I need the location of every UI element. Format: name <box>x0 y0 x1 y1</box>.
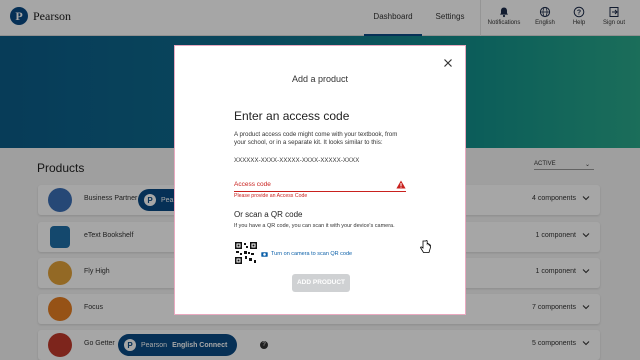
warning-icon <box>396 180 406 189</box>
turn-on-camera-label: Turn on camera to scan QR code <box>271 251 353 257</box>
qr-heading: Or scan a QR code <box>234 210 303 219</box>
access-code-description: A product access code might come with yo… <box>234 131 398 147</box>
access-code-heading: Enter an access code <box>234 109 350 123</box>
camera-icon <box>261 252 268 257</box>
access-code-label: Access code <box>234 181 271 188</box>
qr-code-icon <box>234 241 258 265</box>
dialog-title: Add a product <box>291 74 349 84</box>
access-code-input[interactable]: Access code <box>234 180 406 192</box>
add-product-dialog: Add a product Enter an access code A pro… <box>174 45 466 315</box>
access-code-error: Please provide an Access Code <box>234 193 308 199</box>
close-icon[interactable] <box>443 58 453 68</box>
sample-code: XXXXXX-XXXX-XXXXX-XXXX-XXXXX-XXXX <box>234 158 360 164</box>
add-product-button[interactable]: ADD PRODUCT <box>292 274 350 292</box>
qr-description: If you have a QR code, you can scan it w… <box>234 223 395 229</box>
hand-cursor-icon <box>420 240 431 253</box>
turn-on-camera-link[interactable]: Turn on camera to scan QR code <box>261 251 352 257</box>
